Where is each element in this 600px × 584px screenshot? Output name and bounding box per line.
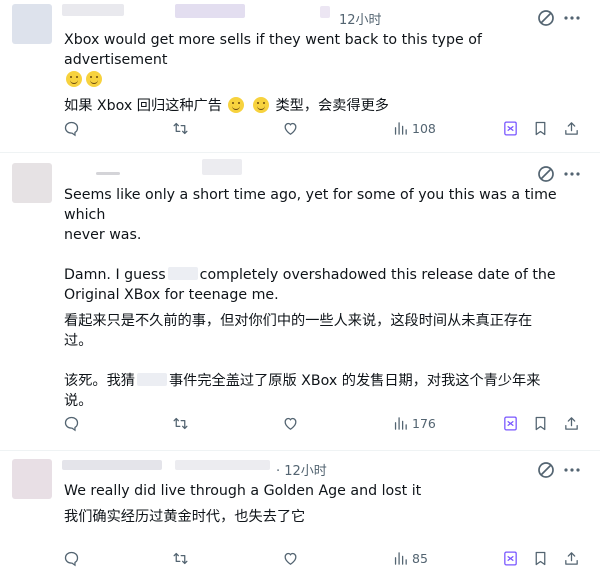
- text-line: 事件完全盖过了原版 XBox 的发售日期，对我这个青少年来: [168, 373, 541, 389]
- like-icon: [284, 122, 297, 135]
- views-count: 176: [412, 415, 436, 431]
- like-button[interactable]: [282, 118, 299, 138]
- text-line: We really did live through a Golden Age …: [64, 483, 422, 499]
- bookmark-icon: [535, 121, 546, 135]
- views-icon: [394, 121, 407, 135]
- like-icon: [284, 552, 297, 565]
- text-line: 说。: [64, 393, 93, 409]
- reply-button[interactable]: [63, 413, 80, 433]
- reply-3[interactable]: · 12小时 We really did live through a Gold…: [0, 451, 600, 584]
- grok-button[interactable]: [502, 548, 519, 568]
- text-line-with-redaction: Damn. I guess completely overshadowed thi…: [64, 265, 584, 285]
- handle-redacted: [320, 6, 330, 18]
- username-redacted: [62, 460, 162, 470]
- action-bar: 108: [0, 118, 600, 138]
- text-line: 类型，会卖得更多: [275, 98, 389, 114]
- post-time[interactable]: · 12小时: [276, 460, 327, 479]
- redacted-word: [167, 267, 198, 280]
- handle-redacted: [175, 4, 245, 18]
- share-button[interactable]: [563, 548, 580, 568]
- grok-icon: [504, 120, 517, 136]
- more-icon[interactable]: [562, 8, 582, 28]
- handle-redacted: [175, 460, 270, 470]
- text-line: 该死。我猜: [64, 373, 135, 389]
- slight-smile-icon: [66, 71, 82, 87]
- grok-icon: [504, 415, 517, 431]
- retweet-icon: [173, 122, 188, 134]
- reply-button[interactable]: [63, 118, 80, 138]
- share-icon: [565, 121, 578, 135]
- text-line: Seems like only a short time ago, yet fo…: [64, 187, 557, 223]
- bookmark-button[interactable]: [532, 548, 549, 568]
- avatar[interactable]: [12, 163, 52, 203]
- text-line: never was.: [64, 227, 142, 243]
- retweet-icon: [173, 552, 188, 564]
- grok-header-icon[interactable]: [536, 8, 556, 28]
- relieved-face-icon: [252, 97, 269, 113]
- retweet-button[interactable]: [172, 548, 189, 568]
- reply-1[interactable]: 12小时 Xbox would get more sells if they w…: [0, 0, 600, 155]
- text-line: Original XBox for teenage me.: [64, 287, 279, 303]
- views-count: 108: [412, 120, 436, 136]
- retweet-icon: [173, 417, 188, 429]
- relieved-face-icon: [86, 71, 102, 87]
- translation-line: 如果 Xbox 回归这种广告 类型，会卖得更多: [64, 96, 584, 116]
- more-icon[interactable]: [562, 460, 582, 480]
- share-icon: [565, 551, 578, 565]
- views-button[interactable]: 85: [392, 548, 428, 568]
- share-button[interactable]: [563, 118, 580, 138]
- like-icon: [284, 417, 297, 430]
- text-line: completely overshadowed this release dat…: [199, 267, 556, 283]
- username-redacted: [62, 4, 124, 16]
- reply-icon: [64, 551, 79, 566]
- reply-icon: [64, 416, 79, 431]
- text-line: 我们确实经历过黄金时代，也失去了它: [64, 509, 306, 525]
- username-redacted: [96, 172, 120, 175]
- more-icon[interactable]: [562, 164, 582, 184]
- like-button[interactable]: [282, 413, 299, 433]
- post-time[interactable]: 12小时: [339, 9, 382, 28]
- share-button[interactable]: [563, 413, 580, 433]
- grok-icon: [504, 550, 517, 566]
- views-button[interactable]: 108: [392, 118, 436, 138]
- bookmark-button[interactable]: [532, 413, 549, 433]
- redacted-word: [136, 373, 167, 386]
- bookmark-icon: [535, 416, 546, 430]
- text-line: 如果 Xbox 回归这种广告: [64, 98, 222, 114]
- slight-smile-icon: [228, 97, 245, 113]
- emoji-line: [64, 70, 584, 92]
- avatar[interactable]: [12, 4, 52, 44]
- reply-text: Xbox would get more sells if they went b…: [64, 30, 584, 116]
- avatar[interactable]: [12, 459, 52, 499]
- handle-redacted: [202, 159, 242, 175]
- bookmark-icon: [535, 551, 546, 565]
- views-count: 85: [412, 550, 428, 566]
- views-button[interactable]: 176: [392, 413, 436, 433]
- retweet-button[interactable]: [172, 118, 189, 138]
- views-icon: [394, 416, 407, 430]
- text-line: Damn. I guess: [64, 267, 166, 283]
- reply-text: Seems like only a short time ago, yet fo…: [64, 185, 584, 411]
- reply-icon: [64, 121, 79, 136]
- text-line-with-redaction: 该死。我猜 事件完全盖过了原版 XBox 的发售日期，对我这个青少年来: [64, 371, 584, 391]
- reply-2[interactable]: Seems like only a short time ago, yet fo…: [0, 153, 600, 453]
- text-line: 看起来只是不久前的事，但对你们中的一些人来说，这段时间从未真正存在: [64, 313, 533, 329]
- action-bar: 85: [0, 548, 600, 568]
- grok-header-icon[interactable]: [536, 164, 556, 184]
- grok-button[interactable]: [502, 118, 519, 138]
- reply-button[interactable]: [63, 548, 80, 568]
- bookmark-button[interactable]: [532, 118, 549, 138]
- share-icon: [565, 416, 578, 430]
- views-icon: [394, 551, 407, 565]
- text-line: Xbox would get more sells if they went b…: [64, 32, 482, 68]
- grok-button[interactable]: [502, 413, 519, 433]
- reply-text: We really did live through a Golden Age …: [64, 481, 584, 527]
- action-bar: 176: [0, 413, 600, 433]
- like-button[interactable]: [282, 548, 299, 568]
- grok-header-icon[interactable]: [536, 460, 556, 480]
- text-line: 过。: [64, 333, 93, 349]
- retweet-button[interactable]: [172, 413, 189, 433]
